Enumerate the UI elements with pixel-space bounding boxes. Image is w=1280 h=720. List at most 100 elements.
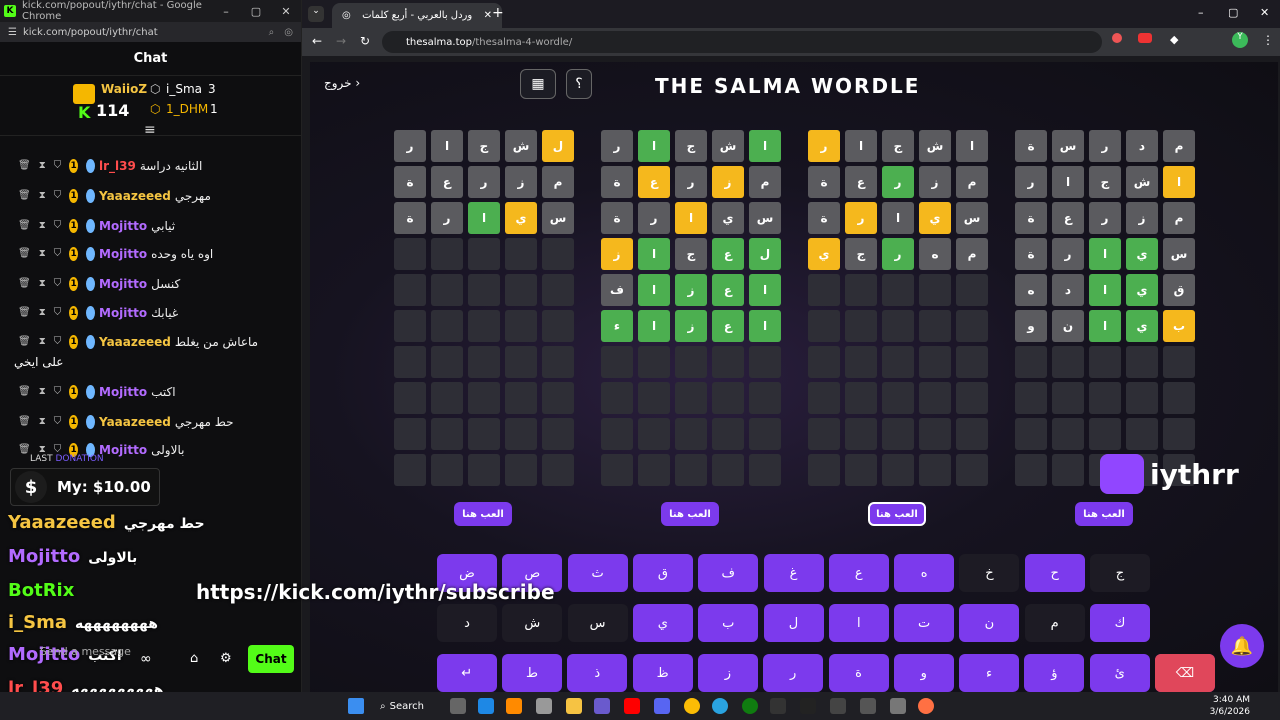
address-bar[interactable]: thesalma.top/thesalma-4-wordle/ xyxy=(382,31,1102,53)
chat-username[interactable]: Mojitto xyxy=(99,246,147,262)
keyboard-key[interactable]: ز xyxy=(697,654,758,692)
leader-third[interactable]: 1_DHM xyxy=(166,102,208,116)
telegram-icon[interactable] xyxy=(712,698,728,714)
keyboard-key[interactable]: ل xyxy=(763,604,824,642)
taskbar-search[interactable]: ⌕ Search xyxy=(380,696,440,716)
youtube-icon[interactable] xyxy=(624,698,640,714)
tab-close-icon[interactable]: ✕ xyxy=(484,10,492,21)
taskbar-clock[interactable]: 3:40 AM 3/6/2026 xyxy=(1210,694,1250,718)
shield-icon[interactable]: ⛉ xyxy=(54,246,62,262)
keyboard-key[interactable]: و xyxy=(893,654,954,692)
task-view-icon[interactable] xyxy=(450,698,466,714)
chat-url-bar[interactable]: ☰ kick.com/popout/iythr/chat ⌕ ◎ xyxy=(0,22,301,42)
brave-icon[interactable] xyxy=(918,698,934,714)
timeout-icon[interactable]: ⧗ xyxy=(39,384,46,400)
keyboard-key[interactable]: ا xyxy=(828,604,889,642)
keyboard-key[interactable]: ؤ xyxy=(1024,654,1085,692)
emote-icon[interactable]: ∞ xyxy=(140,651,152,667)
gear-icon[interactable]: ⚙ xyxy=(220,651,232,666)
extension-icon[interactable] xyxy=(1138,33,1152,43)
keyboard-key[interactable]: ة xyxy=(828,654,889,692)
play-here-button[interactable]: العب هنا xyxy=(454,502,512,526)
delete-icon[interactable]: 🗑 xyxy=(18,158,31,174)
play-here-button[interactable]: العب هنا xyxy=(1075,502,1133,526)
site-info-icon[interactable]: ☰ xyxy=(8,27,17,38)
chat-username[interactable]: Mojitto xyxy=(99,305,147,321)
app-icon[interactable] xyxy=(830,698,846,714)
keyboard-key[interactable]: ح xyxy=(1024,554,1085,592)
zoom-icon[interactable]: ⌕ xyxy=(269,27,275,38)
calendar-button[interactable]: ▦ xyxy=(520,69,556,99)
windows-start-icon[interactable] xyxy=(348,698,364,714)
chat-send-button[interactable]: Chat xyxy=(248,645,294,673)
chrome-icon[interactable] xyxy=(684,698,700,714)
keyboard-key[interactable]: ه xyxy=(894,554,955,592)
timeout-icon[interactable]: ⧗ xyxy=(39,246,46,262)
delete-icon[interactable]: 🗑 xyxy=(18,276,31,292)
tab-wordle[interactable]: ◎ وردل بالعربي - أربع كلمات ✕ xyxy=(332,3,502,28)
reload-icon[interactable]: ↻ xyxy=(360,34,370,48)
chat-username[interactable]: Mojitto xyxy=(99,442,147,458)
brave-icon[interactable] xyxy=(506,698,522,714)
shield-icon[interactable]: ⛉ xyxy=(54,414,62,430)
play-here-button[interactable]: العب هنا xyxy=(661,502,719,526)
exit-link[interactable]: خروج › xyxy=(324,76,360,90)
keyboard-key[interactable]: ط xyxy=(502,654,562,692)
keyboard-key[interactable]: ن xyxy=(959,604,1020,642)
close-button[interactable]: ✕ xyxy=(1260,6,1269,19)
menu-icon[interactable]: ⋮ xyxy=(1262,33,1274,47)
keyboard-key[interactable]: ذ xyxy=(567,654,628,692)
keyboard-key[interactable]: د xyxy=(437,604,497,642)
delete-icon[interactable]: 🗑 xyxy=(18,334,31,350)
maximize-button[interactable]: ▢ xyxy=(1228,6,1238,19)
xbox-icon[interactable] xyxy=(742,698,758,714)
leader-first[interactable]: WaiioZ xyxy=(101,82,147,96)
keyboard-key[interactable]: ج xyxy=(1090,554,1150,592)
floating-action-button[interactable]: 🔔 xyxy=(1220,624,1264,668)
profile-avatar[interactable]: Y xyxy=(1232,32,1248,48)
play-here-button[interactable]: العب هنا xyxy=(868,502,926,526)
keyboard-key[interactable]: ث xyxy=(567,554,628,592)
timeout-icon[interactable]: ⧗ xyxy=(39,188,46,204)
back-icon[interactable]: ← xyxy=(312,34,322,48)
shield-icon[interactable]: ⛉ xyxy=(54,218,62,234)
app-icon[interactable] xyxy=(594,698,610,714)
keyboard-key[interactable]: ئ xyxy=(1089,654,1150,692)
app-icon[interactable] xyxy=(770,698,786,714)
keyboard-key[interactable]: ع xyxy=(828,554,889,592)
maximize-button[interactable]: ▢ xyxy=(241,5,271,18)
timeout-icon[interactable]: ⧗ xyxy=(39,276,46,292)
keyboard-key[interactable]: م xyxy=(1024,604,1085,642)
keyboard-key[interactable]: ↵ xyxy=(436,654,497,692)
chat-url[interactable]: kick.com/popout/iythr/chat xyxy=(23,27,259,38)
chat-input[interactable]: Send a message xyxy=(40,645,131,658)
store-icon[interactable]: ⌂ xyxy=(190,651,198,666)
keyboard-key[interactable]: ي xyxy=(632,604,693,642)
chat-username[interactable]: Mojitto xyxy=(99,218,147,234)
shield-icon[interactable]: ⛉ xyxy=(54,334,62,350)
app-icon[interactable] xyxy=(800,698,816,714)
delete-icon[interactable]: 🗑 xyxy=(18,246,31,262)
keyboard-key[interactable]: ر xyxy=(763,654,824,692)
edge-icon[interactable] xyxy=(478,698,494,714)
backspace-key[interactable]: ⌫ xyxy=(1155,654,1215,692)
extension-icon[interactable] xyxy=(1112,33,1122,43)
forward-icon[interactable]: → xyxy=(336,34,346,48)
chat-username[interactable]: Mojitto xyxy=(99,384,147,400)
chatgpt-icon[interactable] xyxy=(536,698,552,714)
app-icon[interactable] xyxy=(860,698,876,714)
keyboard-key[interactable]: ش xyxy=(502,604,563,642)
delete-icon[interactable]: 🗑 xyxy=(18,442,31,458)
timeout-icon[interactable]: ⧗ xyxy=(39,305,46,321)
delete-icon[interactable]: 🗑 xyxy=(18,218,31,234)
delete-icon[interactable]: 🗑 xyxy=(18,188,31,204)
minimize-button[interactable]: – xyxy=(211,5,241,18)
keyboard-key[interactable]: ك xyxy=(1090,604,1150,642)
new-tab-button[interactable]: + xyxy=(492,5,504,21)
keyboard-key[interactable]: ظ xyxy=(632,654,693,692)
delete-icon[interactable]: 🗑 xyxy=(18,305,31,321)
chat-username[interactable]: Yaaazeeed xyxy=(99,188,171,204)
keyboard-key[interactable]: ف xyxy=(698,554,759,592)
shield-icon[interactable]: ⛉ xyxy=(54,276,62,292)
eye-off-icon[interactable]: ◎ xyxy=(284,27,293,38)
